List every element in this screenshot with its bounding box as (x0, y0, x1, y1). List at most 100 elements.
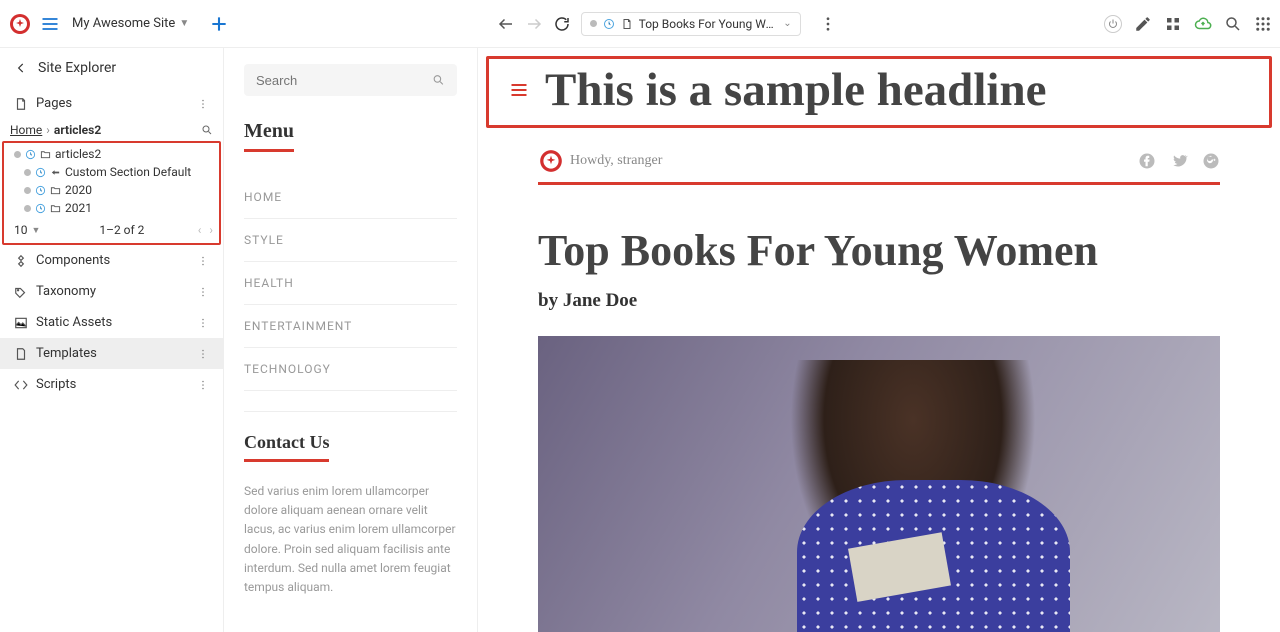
tree-item[interactable]: 2021 (8, 199, 215, 217)
components-icon (14, 254, 28, 268)
preview-headline[interactable]: This is a sample headline (545, 63, 1046, 117)
app-logo-icon (8, 12, 32, 36)
tree-item[interactable]: 2020 (8, 181, 215, 199)
section-more-icon[interactable] (197, 98, 209, 110)
cloud-publish-icon[interactable] (1194, 15, 1212, 33)
grid4-icon[interactable] (1164, 15, 1182, 33)
sidebar-section-components[interactable]: Components (0, 245, 223, 276)
clock-icon (603, 18, 615, 30)
sidebar-title: Site Explorer (38, 60, 116, 76)
sidebar-section-pages[interactable]: Pages (0, 88, 223, 119)
folder-icon (50, 185, 61, 196)
nav-back-icon[interactable] (497, 15, 515, 33)
heading-underline (244, 459, 329, 462)
status-dot-icon (24, 205, 31, 212)
image-icon (14, 316, 28, 330)
site-name-text: My Awesome Site (72, 16, 175, 31)
page-more-icon[interactable] (819, 15, 837, 33)
site-name-dropdown[interactable]: My Awesome Site ▼ (72, 16, 189, 31)
code-icon (14, 378, 28, 392)
document-icon (621, 18, 633, 30)
clock-icon (35, 185, 46, 196)
pages-label: Pages (36, 96, 189, 111)
search-icon[interactable] (1224, 15, 1242, 33)
greeting-row: Howdy, stranger (538, 148, 1220, 185)
breadcrumb-current: articles2 (54, 123, 101, 137)
menu-item-style[interactable]: STYLE (244, 219, 457, 262)
tree-pagination: 10 ▼ 1–2 of 2 ‹ › (8, 217, 215, 237)
breadcrumb-home[interactable]: Home (10, 123, 42, 137)
menu-heading: Menu (244, 120, 457, 143)
tree-item[interactable]: Custom Section Default (8, 163, 215, 181)
redirect-icon (50, 167, 61, 178)
heading-underline (244, 149, 294, 152)
breadcrumb: Home › articles2 (0, 119, 223, 141)
url-bar[interactable]: Top Books For Young Wo… ⌄ (581, 12, 801, 36)
caret-down-icon: ▼ (32, 225, 41, 236)
page-prev-icon[interactable]: ‹ (196, 223, 204, 237)
status-dot-icon (590, 20, 597, 27)
search-box[interactable] (244, 64, 457, 96)
url-text: Top Books For Young Wo… (639, 17, 778, 31)
contact-text: Sed varius enim lorem ullamcorper dolore… (244, 482, 457, 597)
url-dropdown-icon[interactable]: ⌄ (783, 18, 791, 29)
folder-icon (50, 203, 61, 214)
twitter-icon[interactable] (1170, 152, 1188, 170)
clock-icon (35, 167, 46, 178)
page-next-icon[interactable]: › (207, 223, 215, 237)
menu-item-home[interactable]: HOME (244, 176, 457, 219)
article-title[interactable]: Top Books For Young Women (538, 225, 1220, 276)
apps-grid-icon[interactable] (1254, 15, 1272, 33)
breadcrumb-sep-icon: › (46, 123, 50, 137)
status-dot-icon (14, 151, 21, 158)
hero-image[interactable] (538, 336, 1220, 632)
sidebar: Site Explorer Pages Home › articles2 art… (0, 48, 224, 632)
preview-menu-icon[interactable] (509, 80, 529, 100)
tree-item[interactable]: articles2 (8, 145, 215, 163)
search-icon (432, 72, 445, 88)
power-icon[interactable] (1104, 15, 1122, 33)
folder-icon (40, 149, 51, 160)
taxonomy-icon (14, 285, 28, 299)
nav-forward-icon[interactable] (525, 15, 543, 33)
google-plus-icon[interactable] (1202, 152, 1220, 170)
clock-icon (25, 149, 36, 160)
status-dot-icon (24, 187, 31, 194)
section-more-icon[interactable] (197, 286, 209, 298)
sidebar-section-templates[interactable]: Templates (0, 338, 223, 369)
greeting-text: Howdy, stranger (570, 153, 662, 169)
menu-item-entertainment[interactable]: ENTERTAINMENT (244, 305, 457, 348)
top-bar: My Awesome Site ▼ Top Books For Young Wo… (0, 0, 1280, 48)
search-input[interactable] (256, 73, 432, 88)
caret-down-icon: ▼ (179, 18, 189, 29)
status-dot-icon (24, 169, 31, 176)
main-menu-icon[interactable] (40, 14, 60, 34)
clock-icon (35, 203, 46, 214)
divider (244, 411, 457, 412)
preview-content: This is a sample headline Howdy, strange… (478, 48, 1280, 632)
sidebar-section-scripts[interactable]: Scripts (0, 369, 223, 400)
article-byline: by Jane Doe (538, 290, 1220, 312)
section-more-icon[interactable] (197, 317, 209, 329)
preview-sidebar: Menu HOME STYLE HEALTH ENTERTAINMENT TEC… (224, 48, 478, 632)
contact-heading: Contact Us (244, 432, 457, 453)
page-tree: articles2 Custom Section Default 2020 (2, 141, 221, 245)
sidebar-section-static-assets[interactable]: Static Assets (0, 307, 223, 338)
facebook-icon[interactable] (1138, 152, 1156, 170)
section-more-icon[interactable] (197, 379, 209, 391)
edit-icon[interactable] (1134, 15, 1152, 33)
menu-item-health[interactable]: HEALTH (244, 262, 457, 305)
sidebar-back-icon[interactable] (14, 61, 28, 75)
refresh-icon[interactable] (553, 15, 571, 33)
menu-item-technology[interactable]: TECHNOLOGY (244, 348, 457, 391)
sidebar-section-taxonomy[interactable]: Taxonomy (0, 276, 223, 307)
section-more-icon[interactable] (197, 255, 209, 267)
tree-search-icon[interactable] (201, 124, 213, 136)
templates-icon (14, 347, 28, 361)
headline-highlight: This is a sample headline (486, 56, 1272, 128)
section-more-icon[interactable] (197, 348, 209, 360)
site-logo-icon (538, 148, 564, 174)
pages-icon (14, 97, 28, 111)
add-icon[interactable] (209, 14, 229, 34)
page-size-select[interactable]: 10 ▼ (8, 223, 48, 237)
